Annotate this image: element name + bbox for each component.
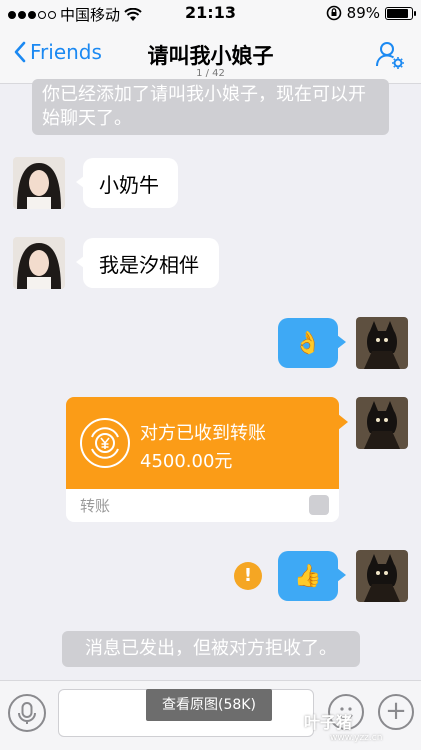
input-bar: 查看原图(58K) + 叶子猪 www.yzz.cn — [0, 680, 421, 750]
outgoing-message[interactable]: 👍 — [278, 551, 346, 601]
transfer-label: 转账 — [80, 497, 111, 515]
watermark-logo: 叶子猪 — [304, 713, 353, 732]
ok-hand-emoji: 👌 — [294, 330, 322, 356]
transfer-card[interactable]: 对方已收到转账 4500.00元 转账 — [66, 397, 348, 522]
profile-settings-button[interactable] — [375, 40, 405, 74]
system-message-added: 你已经添加了请叫我小娘子，现在可以开始聊天了。 — [32, 79, 389, 135]
battery-icon — [385, 6, 416, 20]
microphone-icon — [18, 702, 36, 724]
more-options-button[interactable]: + — [378, 694, 414, 730]
user-settings-icon — [376, 42, 404, 69]
watermark-url: www.yzz.cn — [330, 733, 383, 743]
transfer-amount: 4500.00元 — [140, 451, 233, 472]
message-text: 我是汐相伴 — [99, 252, 199, 277]
transfer-status: 对方已收到转账 — [140, 423, 266, 444]
page-title: 请叫我小娘子 — [147, 44, 274, 68]
avatar-self[interactable] — [356, 550, 408, 602]
thumbs-up-emoji: 👍 — [294, 563, 322, 589]
avatar-contact[interactable] — [13, 237, 65, 289]
battery-percent: 89% — [346, 4, 380, 22]
send-failed-icon[interactable]: ! — [234, 562, 262, 590]
system-message-rejected: 消息已发出，但被对方拒收了。 — [62, 631, 360, 667]
wallet-icon — [309, 495, 329, 515]
chat-area: 你已经添加了请叫我小娘子，现在可以开始聊天了。 小奶牛 我是汐相伴 👌 对方已收… — [0, 79, 421, 680]
avatar-contact[interactable] — [13, 157, 65, 209]
system-message-text: 消息已发出，但被对方拒收了。 — [85, 638, 337, 659]
view-original-button[interactable]: 查看原图(58K) — [146, 689, 272, 721]
transfer-card-footer: 转账 — [66, 489, 339, 522]
currency-exchange-icon — [80, 418, 130, 468]
transfer-card-header: 对方已收到转账 4500.00元 — [66, 397, 348, 489]
voice-input-button[interactable] — [8, 694, 46, 732]
image-pager: 1 / 42 — [196, 68, 225, 79]
system-message-text: 你已经添加了请叫我小娘子，现在可以开始聊天了。 — [42, 84, 366, 129]
nav-bar: Friends 请叫我小娘子 1 / 42 — [0, 26, 421, 84]
incoming-message[interactable]: 小奶牛 — [76, 158, 178, 208]
incoming-message[interactable]: 我是汐相伴 — [76, 238, 219, 288]
avatar-self[interactable] — [356, 317, 408, 369]
avatar-self[interactable] — [356, 397, 408, 449]
rotation-lock-icon — [326, 5, 341, 21]
outgoing-message[interactable]: 👌 — [278, 318, 346, 368]
status-bar: 中国移动 21:13 89% — [0, 0, 421, 26]
message-text: 小奶牛 — [99, 172, 159, 197]
status-right: 89% — [326, 4, 416, 22]
